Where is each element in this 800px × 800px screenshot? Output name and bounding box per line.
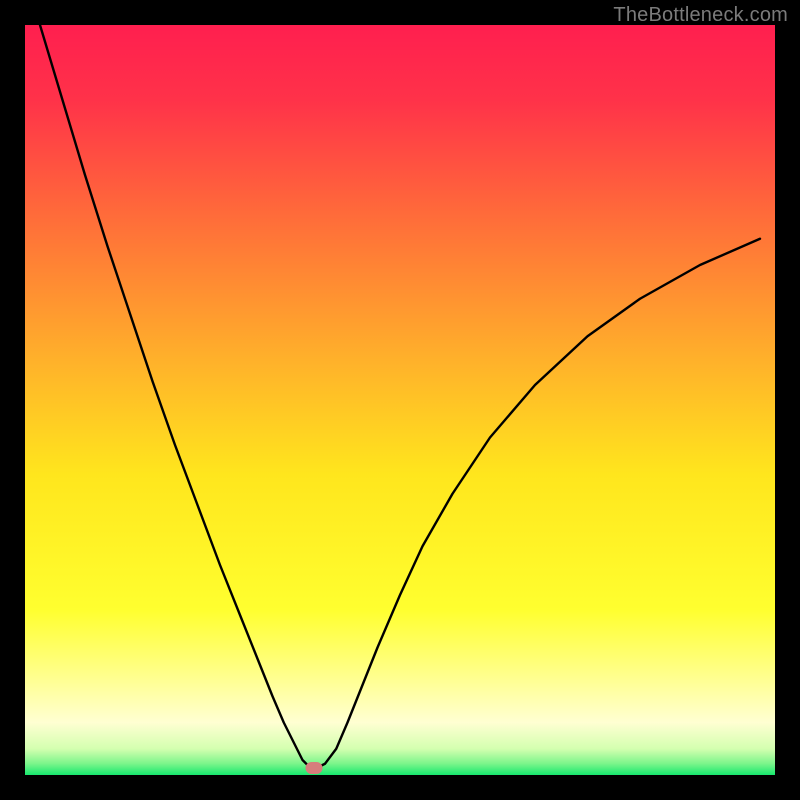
curve-layer xyxy=(25,25,775,775)
plot-area xyxy=(25,25,775,775)
optimum-marker xyxy=(305,762,322,774)
watermark-text: TheBottleneck.com xyxy=(613,4,788,27)
chart-stage: TheBottleneck.com xyxy=(0,0,800,800)
bottleneck-curve xyxy=(40,25,760,768)
